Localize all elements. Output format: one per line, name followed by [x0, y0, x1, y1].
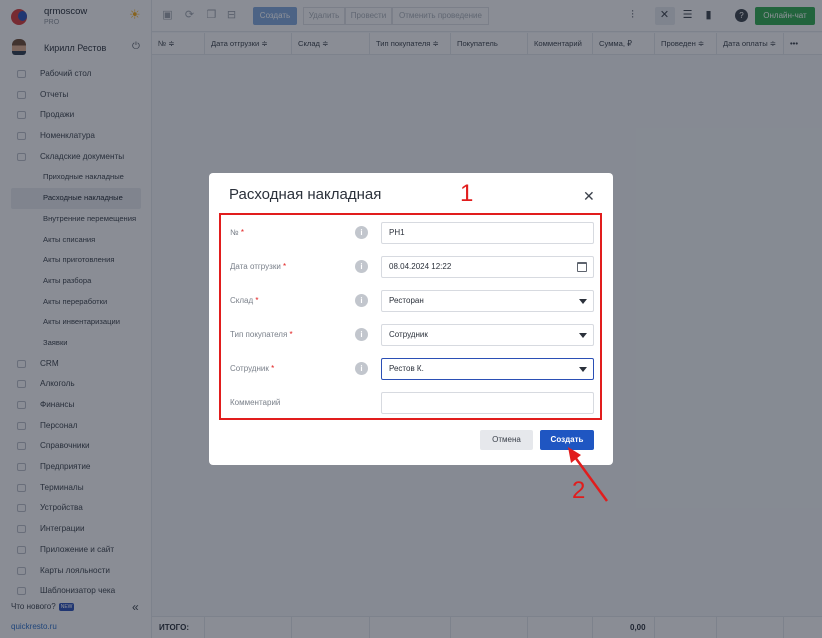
chevron-down-icon: [579, 333, 587, 338]
field-row-warehouse: Склад * i Ресторан: [221, 290, 604, 312]
close-icon[interactable]: ✕: [583, 188, 595, 205]
chevron-down-icon: [579, 299, 587, 304]
info-icon[interactable]: i: [355, 260, 368, 273]
field-row-buyer-type: Тип покупателя * i Сотрудник: [221, 324, 604, 346]
field-label: Склад *: [230, 296, 259, 305]
info-icon[interactable]: i: [355, 226, 368, 239]
field-label: № *: [230, 228, 244, 237]
ship-date-input[interactable]: 08.04.2024 12:22: [381, 256, 594, 278]
outgoing-invoice-dialog: Расходная накладная ✕ № * i РН1 Дата отг…: [209, 173, 613, 465]
field-row-ship-date: Дата отгрузки * i 08.04.2024 12:22: [221, 256, 604, 278]
field-label: Тип покупателя *: [230, 330, 293, 339]
field-row-number: № * i РН1: [221, 222, 604, 244]
field-label: Сотрудник *: [230, 364, 275, 373]
field-row-employee: Сотрудник * i Рестов К.: [221, 358, 604, 380]
annotation-number-1: 1: [460, 180, 474, 207]
field-row-comment: Комментарий: [221, 392, 604, 414]
employee-select[interactable]: Рестов К.: [381, 358, 594, 380]
annotation-arrow: [568, 447, 609, 502]
field-label: Дата отгрузки *: [230, 262, 287, 271]
comment-input[interactable]: [381, 392, 594, 414]
chevron-down-icon: [579, 367, 587, 372]
dialog-title: Расходная накладная: [229, 186, 382, 203]
info-icon[interactable]: i: [355, 328, 368, 341]
calendar-icon[interactable]: [577, 262, 587, 272]
buyer-type-select[interactable]: Сотрудник: [381, 324, 594, 346]
annotation-frame-1: № * i РН1 Дата отгрузки * i 08.04.2024 1…: [219, 213, 602, 420]
warehouse-select[interactable]: Ресторан: [381, 290, 594, 312]
field-label: Комментарий: [230, 398, 281, 407]
info-icon[interactable]: i: [355, 362, 368, 375]
info-icon[interactable]: i: [355, 294, 368, 307]
cancel-button[interactable]: Отмена: [480, 430, 533, 450]
number-input[interactable]: РН1: [381, 222, 594, 244]
